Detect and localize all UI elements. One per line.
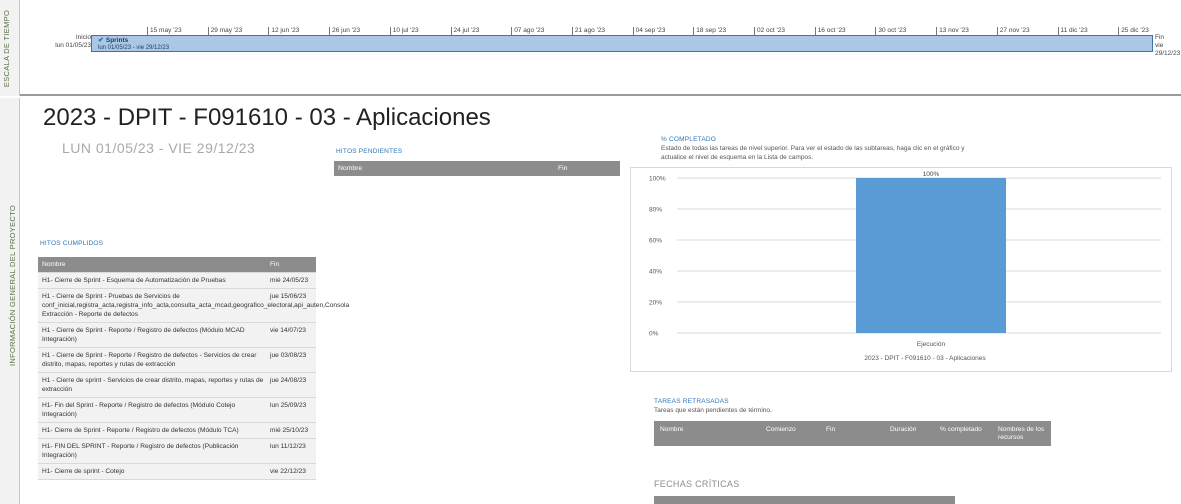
timeline-tick: 07 ago '23 (511, 27, 544, 35)
milestone-end: lun 11/12/23 (270, 443, 306, 450)
critical-dates-table-header (654, 496, 955, 504)
table-row[interactable]: H1- Cierre de Sprint - Reporte / Registr… (38, 423, 316, 439)
completed-milestones-rows: H1- Cierre de Sprint - Esquema de Automa… (38, 273, 350, 480)
percent-complete-title: % COMPLETADO (661, 136, 717, 143)
timeline-tick: 13 nov '23 (936, 27, 969, 35)
timeline-tick: 04 sep '23 (632, 27, 665, 35)
y-tick-label: 40% (649, 269, 662, 276)
milestone-end: jue 03/08/23 (270, 352, 307, 359)
timeline-tick: 15 may '23 (147, 27, 182, 35)
timeline-area[interactable]: 15 may '23 29 may '23 12 jun '23 26 jun '23… (20, 0, 1181, 96)
milestone-end: mié 24/05/23 (270, 277, 309, 284)
timeline-tick: 21 ago '23 (571, 27, 605, 35)
timeline-tick: 27 nov '23 (996, 27, 1030, 35)
delayed-tasks-title: TAREAS RETRASADAS (654, 398, 729, 405)
delayed-tasks-description: Tareas que están pendientes de término. (654, 407, 772, 414)
report-canvas[interactable]: 2023 - DPIT - F091610 - 03 - Aplicacione… (20, 98, 1181, 504)
milestone-name: H1 - Cierre de Sprint - Reporte / Regist… (42, 327, 245, 343)
check-icon: ✔ (98, 37, 104, 44)
report-side-panel: INFORMACIÓN GENERAL DEL PROYECTO (0, 98, 20, 504)
timeline-task-name: ✔ Sprints (98, 37, 128, 45)
col-duration: Duración (890, 426, 917, 433)
milestone-name: H1- Fin del Sprint - Reporte / Registro … (42, 402, 236, 418)
timeline-tick: 10 jul '23 (389, 27, 419, 35)
critical-dates-title: FECHAS CRÍTICAS (654, 479, 740, 489)
timeline-task-bar[interactable]: ✔ Sprints lun 01/05/23 - vie 29/12/23 (91, 35, 1153, 52)
timeline-tick: 16 oct '23 (814, 27, 846, 35)
timeline-start-date: lun 01/05/23 (55, 42, 91, 49)
milestone-name: H1- Cierre de Sprint - Esquema de Automa… (42, 277, 226, 284)
project-title: 2023 - DPIT - F091610 - 03 - Aplicacione… (43, 104, 491, 131)
chart-svg: 0% 20% 40% 60% 80% 100% 100% Ejecución 2023 - DP… (649, 171, 1161, 362)
completed-milestones-header: Nombre Fin (38, 257, 316, 273)
timeline-end: Fin vie 29/12/23 (1155, 34, 1181, 58)
timeline-tick: 26 jun '23 (329, 27, 360, 35)
timeline-tick: 30 oct '23 (875, 27, 906, 35)
col-percent: % completado (940, 426, 982, 433)
col-resources: Nombres de los recursos (998, 426, 1045, 441)
table-row[interactable]: H1 - Cierre de sprint - Servicios de cre… (38, 373, 316, 398)
milestone-name: H1 - Cierre de Sprint - Pruebas de Servi… (42, 293, 350, 318)
milestone-name: H1 - Cierre de Sprint - Reporte / Regist… (42, 352, 257, 368)
timeline-start-label: Inicio (75, 34, 91, 41)
report-side-label: INFORMACIÓN GENERAL DEL PROYECTO (8, 204, 18, 367)
timeline-tick: 11 dic '23 (1057, 27, 1088, 35)
y-tick-label: 60% (649, 238, 662, 245)
milestone-name: H1- Cierre de sprint - Cotejo (42, 468, 125, 475)
milestone-end: jue 15/06/23 (270, 293, 307, 300)
milestone-end: vie 14/07/23 (270, 327, 306, 334)
col-name: Nombre (338, 165, 363, 172)
category-label: Ejecución (917, 341, 946, 348)
completed-milestones-title: HITOS CUMPLIDOS (40, 240, 104, 247)
project-dates: LUN 01/05/23 - VIE 29/12/23 (62, 140, 256, 156)
delayed-tasks-table[interactable]: Nombre Comienzo Fin Duración % completad… (654, 421, 1051, 446)
timeline-tick: 18 sep '23 (693, 27, 726, 35)
table-row[interactable]: H1 - Cierre de Sprint - Pruebas de Servi… (38, 289, 350, 323)
timeline-tick: 12 jun '23 (268, 27, 299, 35)
milestone-name: H1- Cierre de Sprint - Reporte / Registr… (42, 427, 239, 434)
percent-complete-description: Estado de todas las tareas de nivel supe… (661, 145, 965, 161)
table-row[interactable]: H1- Cierre de Sprint - Esquema de Automa… (38, 273, 316, 289)
y-tick-label: 80% (649, 207, 662, 214)
bar (856, 178, 1006, 333)
milestone-end: lun 25/09/23 (270, 402, 307, 409)
pending-milestones-table[interactable]: Nombre Fin (334, 161, 620, 176)
timeline-side-label: ESCALA DE TIEMPO (2, 9, 12, 88)
timeline-end-date: vie 29/12/23 (1155, 42, 1181, 57)
timeline-task-name-text: Sprints (105, 37, 129, 44)
data-label: 100% (923, 171, 940, 178)
timeline-tick: 02 oct '23 (754, 27, 785, 35)
timeline-end-label: Fin (1155, 34, 1165, 41)
table-row[interactable]: H1- Cierre de sprint - Cotejo vie 22/12/2… (38, 464, 316, 480)
table-row[interactable]: H1- Fin del Sprint - Reporte / Registro … (38, 398, 316, 423)
timeline-tick: 24 jul '23 (450, 27, 479, 35)
table-row[interactable]: H1 - Cierre de Sprint - Reporte / Regist… (38, 323, 316, 348)
milestone-end: vie 22/12/23 (270, 468, 306, 475)
pending-milestones-title: HITOS PENDIENTES (336, 148, 403, 155)
y-tick-label: 20% (649, 300, 662, 307)
table-row[interactable]: H1- FIN DEL SPRINT - Reporte / Registro … (38, 439, 316, 464)
col-end: Fin (270, 261, 280, 268)
milestone-name: H1 - Cierre de sprint - Servicios de cre… (42, 377, 264, 393)
timeline-tick: 25 dic '23 (1118, 27, 1149, 35)
col-end: Fin (826, 426, 836, 433)
col-name: Nombre (42, 261, 66, 268)
table-row[interactable]: H1 - Cierre de Sprint - Reporte / Regist… (38, 348, 316, 373)
col-start: Comienzo (766, 426, 796, 433)
completed-milestones-table[interactable]: Nombre Fin H1- Cierre de Sprint - Esquem… (38, 257, 350, 480)
milestone-end: mié 25/10/23 (270, 427, 309, 434)
col-end: Fin (558, 165, 568, 172)
timeline-task-dates: lun 01/05/23 - vie 29/12/23 (98, 45, 170, 51)
timeline-tick: 29 may '23 (207, 27, 242, 35)
milestone-name: H1- FIN DEL SPRINT - Reporte / Registro … (42, 443, 239, 459)
percent-complete-chart[interactable]: 0% 20% 40% 60% 80% 100% 100% Ejecución 2023 - DP… (630, 167, 1172, 372)
timeline-side-panel: ESCALA DE TIEMPO (0, 0, 20, 96)
milestone-end: jue 24/08/23 (270, 377, 307, 384)
pending-milestones-header: Nombre Fin (334, 161, 620, 176)
col-name: Nombre (660, 426, 684, 433)
y-tick-label: 100% (649, 176, 666, 183)
x-axis-label: 2023 - DPIT - F091610 - 03 - Aplicacione… (864, 355, 986, 362)
y-tick-label: 0% (649, 331, 659, 338)
